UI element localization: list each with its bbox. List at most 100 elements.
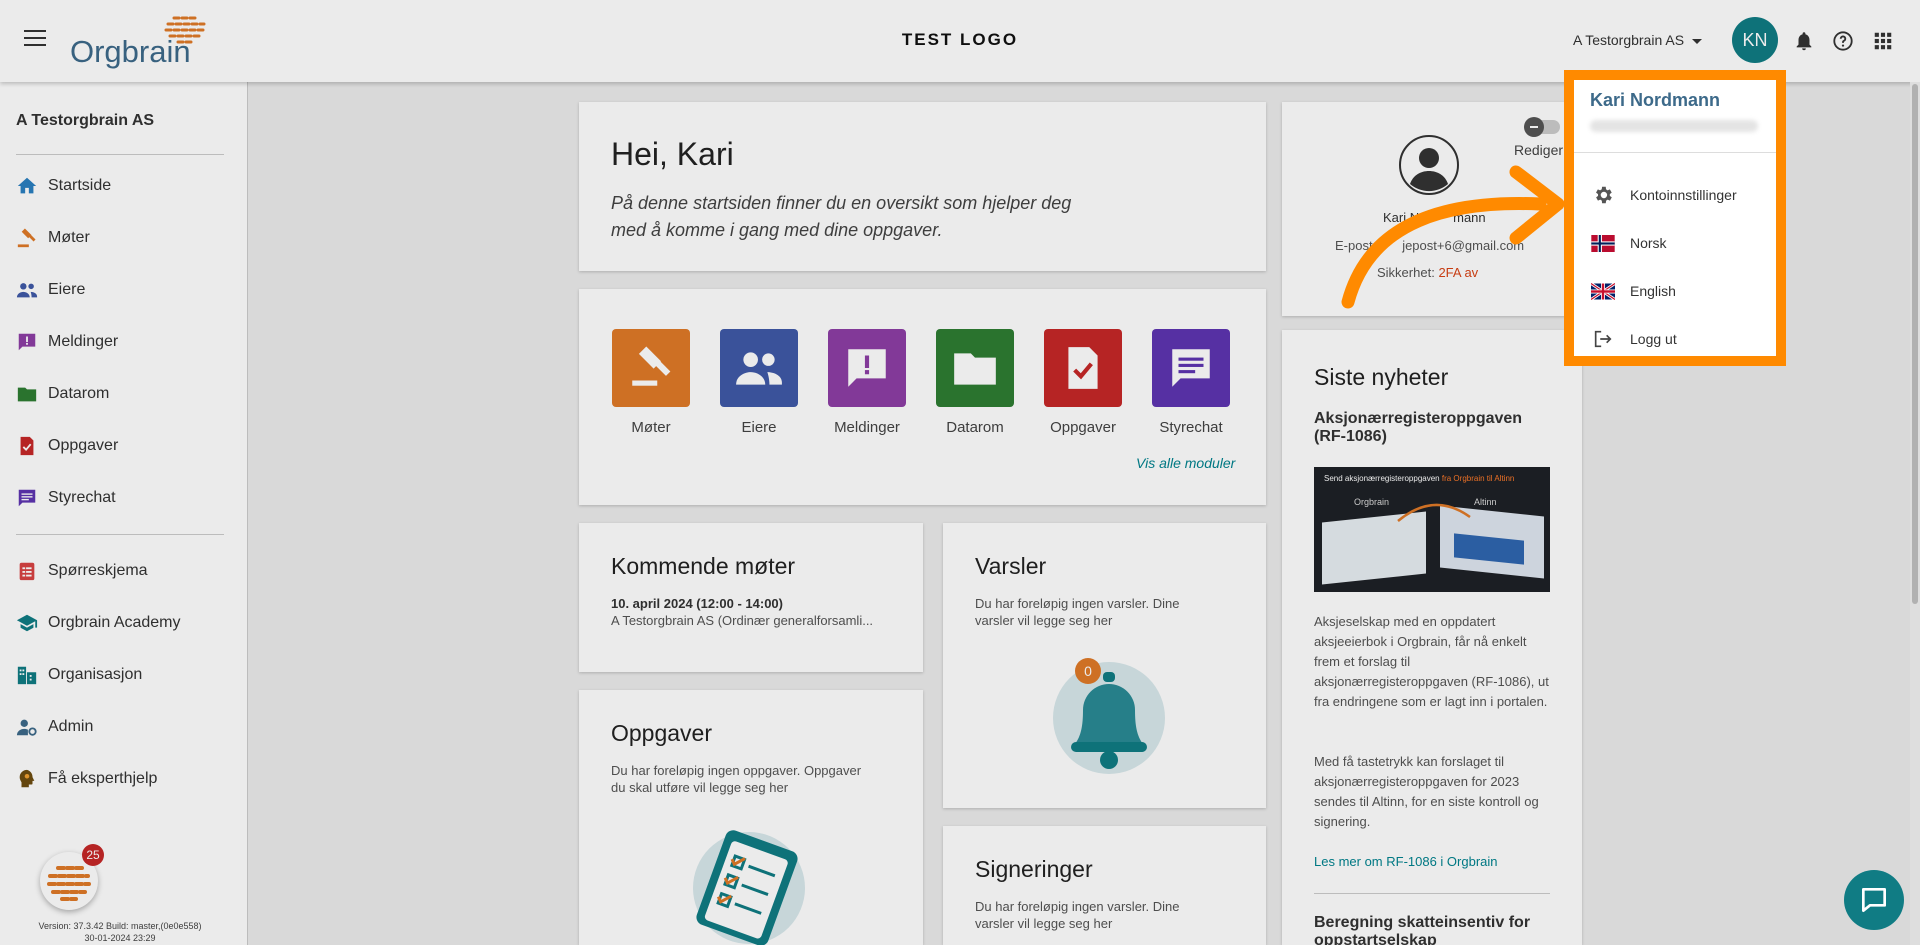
sidebar-item-label: Eiere bbox=[48, 281, 86, 298]
sidebar-item-styrechat[interactable]: Styrechat bbox=[16, 483, 116, 513]
message-alert-icon bbox=[18, 333, 36, 351]
menu-item-account-settings[interactable]: Kontoinnstillinger bbox=[1590, 181, 1737, 209]
news-article-image[interactable]: Send aksjonærregisteroppgaven fra Orgbra… bbox=[1314, 467, 1550, 592]
sidebar-item-eiere[interactable]: Eiere bbox=[16, 275, 85, 305]
folder-icon bbox=[954, 353, 996, 385]
news-next-article-title[interactable]: Beregning skatteinsentiv for oppstartsel… bbox=[1314, 914, 1550, 945]
chat-icon bbox=[1172, 349, 1210, 387]
module-moter[interactable]: Møter bbox=[612, 329, 690, 436]
menu-item-label: Kontoinnstillinger bbox=[1630, 187, 1737, 203]
version-info: Version: 37.3.42 Build: master,(0e0e558) bbox=[38, 921, 202, 931]
welcome-title: Hei, Kari bbox=[611, 136, 734, 172]
sidebar-divider bbox=[16, 534, 224, 535]
sidebar-item-fa-eksperthjelp[interactable]: Få eksperthjelp bbox=[16, 764, 157, 794]
sidebar-item-sporreskjema[interactable]: Spørreskjema bbox=[16, 556, 148, 586]
help-icon[interactable] bbox=[1832, 30, 1854, 52]
welcome-card: Hei, Kari På denne startsiden finner du … bbox=[579, 102, 1266, 271]
module-label: Styrechat bbox=[1159, 419, 1223, 436]
task-icon bbox=[1068, 347, 1098, 389]
message-alert-icon bbox=[848, 349, 886, 387]
alerts-title: Varsler bbox=[975, 553, 1047, 579]
edit-toggle-label: Rediger bbox=[1514, 142, 1564, 158]
news-paragraph: Aksjeselskap med en oppdatert aksjeeierb… bbox=[1314, 614, 1549, 709]
sidebar-item-label: Meldinger bbox=[48, 333, 119, 350]
sidebar-item-orgbrain-academy[interactable]: Orgbrain Academy bbox=[16, 608, 181, 638]
news-image-caption: Send aksjonærregisteroppgaven bbox=[1324, 474, 1440, 483]
sidebar-item-label: Startside bbox=[48, 177, 112, 194]
home-icon bbox=[17, 177, 37, 194]
menu-item-label: Norsk bbox=[1630, 235, 1667, 251]
module-tile bbox=[828, 329, 906, 407]
news-read-more-link[interactable]: Les mer om RF-1086 i Orgbrain bbox=[1314, 854, 1498, 869]
orgbrain-helper-button[interactable]: 25 bbox=[40, 844, 104, 910]
module-label: Meldinger bbox=[834, 419, 900, 436]
folder-icon bbox=[17, 387, 37, 402]
sidebar-item-label: Spørreskjema bbox=[48, 562, 148, 579]
uk-flag-icon bbox=[1591, 282, 1615, 300]
news-image-caption-highlight: fra Orgbrain til Altinn bbox=[1441, 474, 1515, 483]
apps-grid-icon[interactable] bbox=[1872, 30, 1894, 52]
edit-toggle[interactable] bbox=[1524, 117, 1560, 137]
menu-item-label: English bbox=[1630, 283, 1676, 299]
school-icon bbox=[16, 614, 38, 632]
sidebar-item-oppgaver[interactable]: Oppgaver bbox=[16, 431, 118, 461]
menu-item-norsk[interactable]: Norsk bbox=[1590, 229, 1667, 257]
sidebar-item-label: Møter bbox=[48, 229, 90, 246]
sidebar-item-label: Admin bbox=[48, 718, 94, 735]
tasks-empty-text: Du har foreløpig ingen oppgaver. Oppgave… bbox=[611, 763, 862, 778]
user-menu-dropdown: Kari Nordmann Kontoinnstillinger Norsk E… bbox=[1564, 70, 1786, 366]
alerts-empty-text: varsler vil legge seg her bbox=[975, 613, 1113, 628]
module-oppgaver[interactable]: Oppgaver bbox=[1044, 329, 1122, 436]
menu-item-label: Logg ut bbox=[1630, 331, 1677, 347]
signatures-card: Signeringer Du har foreløpig ingen varsl… bbox=[943, 826, 1266, 945]
module-datarom[interactable]: Datarom bbox=[936, 329, 1014, 436]
admin-icon bbox=[16, 719, 37, 736]
menu-item-logout[interactable]: Logg ut bbox=[1590, 325, 1677, 353]
sidebar-item-meldinger[interactable]: Meldinger bbox=[16, 327, 118, 357]
sidebar-divider bbox=[16, 154, 224, 155]
news-article-title[interactable]: Aksjonærregisteroppgaven (RF-1086) bbox=[1314, 410, 1554, 446]
bell-icon[interactable] bbox=[1793, 30, 1815, 52]
meeting-description[interactable]: A Testorgbrain AS (Ordinær generalforsam… bbox=[611, 612, 873, 629]
news-paragraph: Med få tastetrykk kan forslaget til aksj… bbox=[1314, 754, 1539, 829]
sidebar-item-moter[interactable]: Møter bbox=[16, 223, 90, 253]
module-tile bbox=[1044, 329, 1122, 407]
organization-selector[interactable]: A Testorgbrain AS bbox=[1573, 32, 1702, 48]
sidebar-item-label: Datarom bbox=[48, 385, 110, 402]
module-eiere[interactable]: Eiere bbox=[720, 329, 798, 436]
welcome-text-line: med å komme i gang med dine oppgaver. bbox=[611, 220, 943, 240]
sidebar-item-label: Orgbrain Academy bbox=[48, 614, 181, 631]
meetings-title: Kommende møter bbox=[611, 553, 796, 579]
user-menu-name: Kari Nordmann bbox=[1590, 90, 1721, 110]
news-divider bbox=[1314, 893, 1550, 894]
view-all-modules-link[interactable]: Vis alle moduler bbox=[1136, 455, 1235, 471]
sidebar-item-organisasjon[interactable]: Organisasjon bbox=[16, 660, 142, 690]
module-tile bbox=[720, 329, 798, 407]
news-image-right-label: Altinn bbox=[1474, 497, 1497, 507]
module-label: Møter bbox=[631, 419, 671, 436]
welcome-text-line: På denne startsiden finner du en oversik… bbox=[611, 193, 1072, 213]
module-meldinger[interactable]: Meldinger bbox=[828, 329, 906, 436]
news-image-left-label: Orgbrain bbox=[1354, 497, 1390, 507]
meeting-date[interactable]: 10. april 2024 (12:00 - 14:00) bbox=[611, 595, 783, 612]
gavel-icon bbox=[17, 228, 36, 248]
people-icon bbox=[16, 283, 38, 298]
user-menu-email-blurred bbox=[1590, 120, 1758, 132]
support-chat-button[interactable] bbox=[1844, 870, 1904, 930]
user-avatar[interactable]: KN bbox=[1732, 17, 1778, 63]
sidebar-item-admin[interactable]: Admin bbox=[16, 712, 93, 742]
menu-item-english[interactable]: English bbox=[1590, 277, 1676, 305]
module-tile bbox=[936, 329, 1014, 407]
version-date: 30-01-2024 23:29 bbox=[84, 933, 156, 943]
logout-icon bbox=[1594, 330, 1612, 348]
module-styrechat[interactable]: Styrechat bbox=[1152, 329, 1230, 436]
clipboard-illustration-icon bbox=[693, 830, 805, 945]
sidebar-item-startside[interactable]: Startside bbox=[16, 171, 111, 201]
meetings-card: Kommende møter 10. april 2024 (12:00 - 1… bbox=[579, 523, 923, 672]
gavel-icon bbox=[632, 346, 671, 386]
sidebar-item-datarom[interactable]: Datarom bbox=[16, 379, 109, 409]
pointer-arrow-icon bbox=[1341, 165, 1565, 309]
page-scrollbar-thumb[interactable] bbox=[1912, 84, 1918, 604]
sidebar-item-label: Oppgaver bbox=[48, 437, 119, 454]
alerts-count-badge: 0 bbox=[1075, 658, 1101, 684]
